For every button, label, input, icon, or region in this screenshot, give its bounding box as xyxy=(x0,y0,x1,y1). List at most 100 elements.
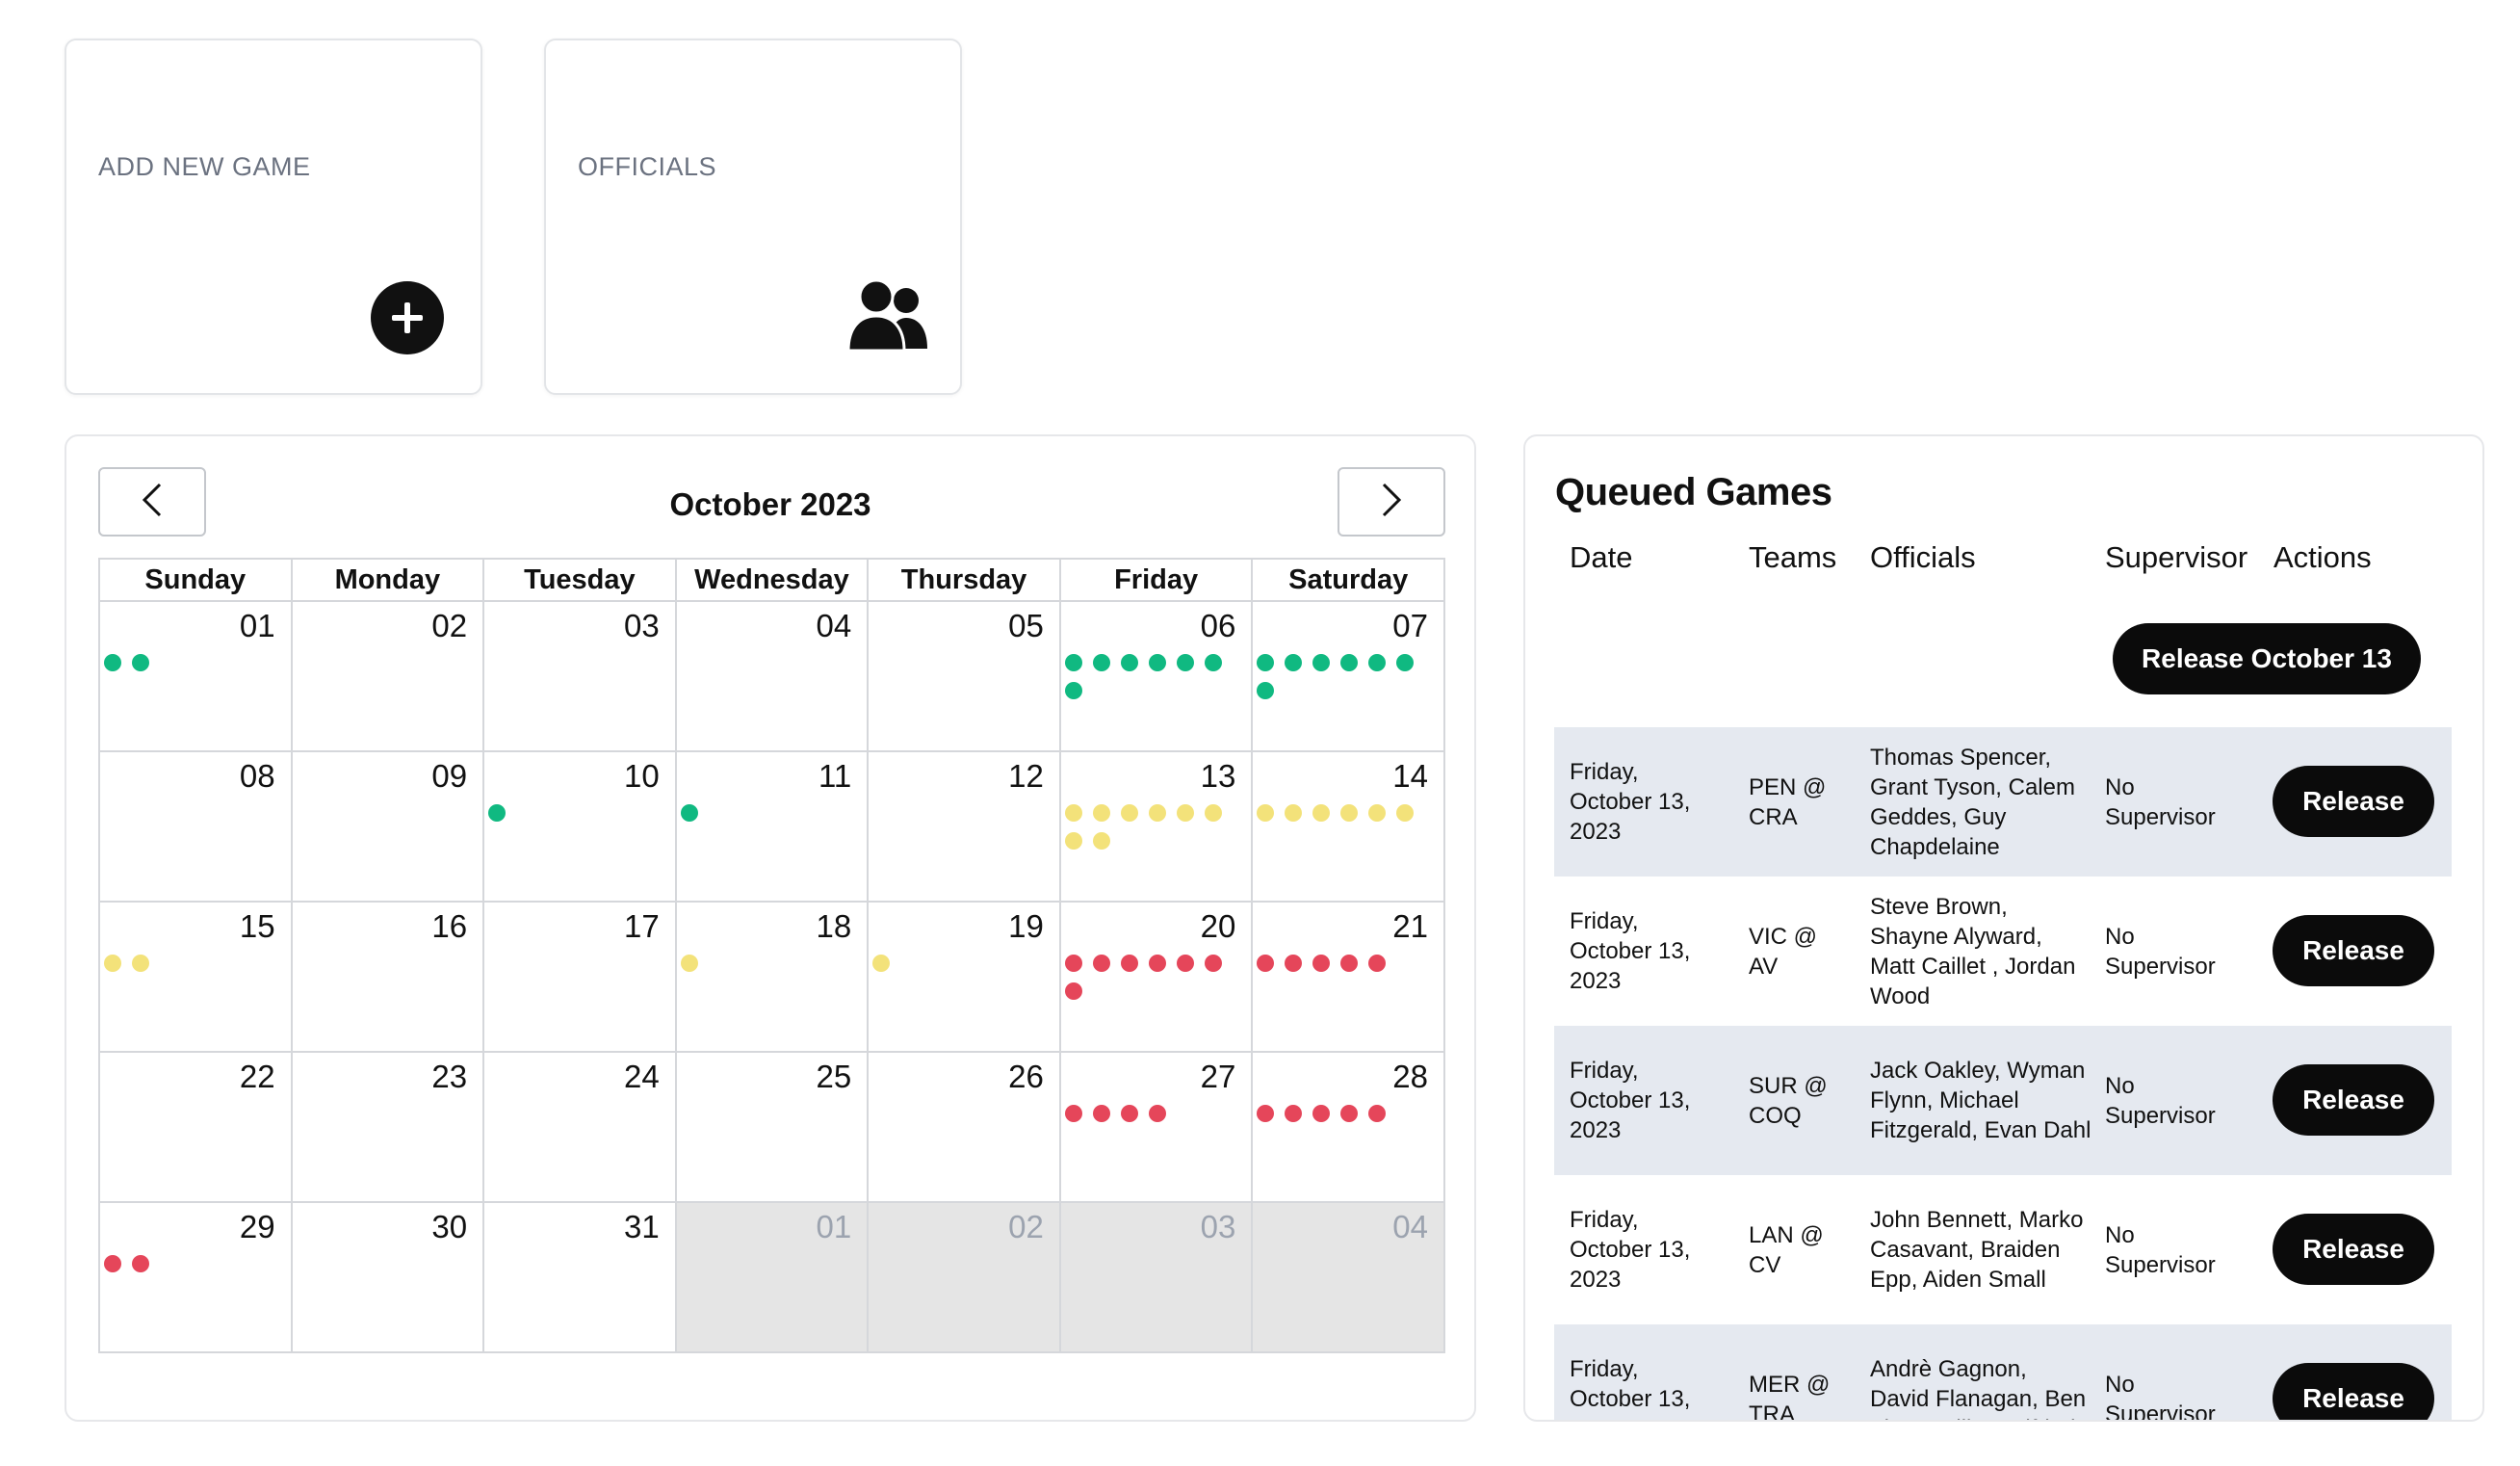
game-officials: Steve Brown, Shayne Alyward, Matt Caille… xyxy=(1870,893,2076,1009)
day-number: 04 xyxy=(1392,1209,1428,1244)
release-button[interactable]: Release xyxy=(2273,766,2434,837)
calendar-day-cell[interactable]: 09 xyxy=(290,750,485,903)
day-number: 23 xyxy=(431,1059,468,1094)
day-number: 14 xyxy=(1392,758,1428,794)
users-icon xyxy=(846,277,929,357)
game-status-dot-green xyxy=(1285,654,1303,671)
day-number: 16 xyxy=(431,908,468,944)
calendar-day-cell-outside[interactable]: 04 xyxy=(1251,1201,1445,1353)
calendar-day-cell[interactable]: 07 xyxy=(1251,600,1445,752)
calendar-day-cell[interactable]: 01 xyxy=(98,600,293,752)
day-number: 06 xyxy=(1200,608,1236,643)
calendar-day-cell[interactable]: 08 xyxy=(98,750,293,903)
game-status-dot-yellow xyxy=(680,955,698,972)
calendar-day-cell[interactable]: 05 xyxy=(867,600,1061,752)
game-status-dot-green xyxy=(1176,654,1194,671)
calendar-day-cell[interactable]: 23 xyxy=(290,1051,485,1203)
column-header-actions: Actions xyxy=(2273,540,2372,574)
calendar-day-cell[interactable]: 25 xyxy=(674,1051,870,1203)
calendar-day-cell[interactable]: 13 xyxy=(1058,750,1254,903)
weekday-header: Monday xyxy=(290,558,485,602)
calendar-day-cell-outside[interactable]: 01 xyxy=(674,1201,870,1353)
release-all-button[interactable]: Release October 13 xyxy=(2113,623,2421,694)
officials-card[interactable]: OFFICIALS xyxy=(544,39,962,395)
calendar-day-cell[interactable]: 20 xyxy=(1058,901,1254,1053)
calendar-day-cell[interactable]: 06 xyxy=(1058,600,1254,752)
game-status-dot-red xyxy=(1064,982,1082,1000)
game-status-dot-green xyxy=(104,654,121,671)
calendar-day-cell[interactable]: 16 xyxy=(290,901,485,1053)
add-new-game-card[interactable]: ADD NEW GAME xyxy=(65,39,482,395)
calendar-day-cell[interactable]: 29 xyxy=(98,1201,293,1353)
game-status-dot-green xyxy=(1368,654,1387,671)
calendar-day-cell[interactable]: 02 xyxy=(290,600,485,752)
game-status-dot-red xyxy=(1368,1105,1387,1122)
game-status-dots xyxy=(488,804,673,822)
column-header-supervisor: Supervisor xyxy=(2105,540,2248,574)
game-status-dots xyxy=(104,654,289,671)
calendar-week-row: 15 16 17 18 19 20 21 xyxy=(98,901,1445,1053)
game-status-dot-red xyxy=(1285,1105,1303,1122)
calendar-day-cell[interactable]: 27 xyxy=(1058,1051,1254,1203)
queued-game-row: Friday, October 13, 2023 SUR @ COQ Jack … xyxy=(1554,1026,2452,1175)
calendar-day-cell[interactable]: 18 xyxy=(674,901,870,1053)
plus-circle-icon[interactable] xyxy=(371,281,444,359)
day-number: 21 xyxy=(1392,908,1428,944)
calendar-day-cell[interactable]: 03 xyxy=(482,600,677,752)
game-status-dot-red xyxy=(1340,955,1359,972)
calendar-day-cell[interactable]: 12 xyxy=(867,750,1061,903)
calendar-day-cell[interactable]: 21 xyxy=(1251,901,1445,1053)
game-status-dot-red xyxy=(1120,955,1138,972)
game-date: Friday, October 13, 2023 xyxy=(1570,1058,1691,1143)
game-status-dots xyxy=(1064,955,1250,1000)
day-number: 19 xyxy=(1008,908,1044,944)
day-number: 26 xyxy=(1008,1059,1044,1094)
game-status-dot-yellow xyxy=(1312,804,1331,822)
game-status-dots xyxy=(1064,1105,1250,1122)
calendar-day-cell[interactable]: 31 xyxy=(482,1201,677,1353)
dashboard: ADD NEW GAME OFFICIALS October 2023 Sund… xyxy=(0,0,2520,1466)
game-teams: PEN @ CRA xyxy=(1749,773,1827,830)
officials-label: OFFICIALS xyxy=(578,152,717,181)
queued-game-row: Friday, October 13, 2023 MER @ TRA Andrè… xyxy=(1554,1324,2452,1420)
release-button[interactable]: Release xyxy=(2273,1363,2434,1420)
release-button[interactable]: Release xyxy=(2273,1214,2434,1285)
day-number: 18 xyxy=(816,908,852,944)
calendar-day-cell[interactable]: 30 xyxy=(290,1201,485,1353)
game-status-dot-yellow xyxy=(1092,832,1110,850)
release-button[interactable]: Release xyxy=(2273,1064,2434,1136)
calendar-day-cell[interactable]: 28 xyxy=(1251,1051,1445,1203)
calendar-day-cell-outside[interactable]: 02 xyxy=(867,1201,1061,1353)
calendar-day-cell[interactable]: 26 xyxy=(867,1051,1061,1203)
calendar-day-cell[interactable]: 04 xyxy=(674,600,870,752)
day-number: 25 xyxy=(816,1059,852,1094)
chevron-right-icon xyxy=(1380,481,1403,524)
game-status-dot-yellow xyxy=(1064,804,1082,822)
day-number: 20 xyxy=(1200,908,1236,944)
next-month-button[interactable] xyxy=(1338,467,1445,537)
weekday-header: Tuesday xyxy=(482,558,677,602)
game-status-dot-yellow xyxy=(872,955,891,972)
calendar-day-cell[interactable]: 11 xyxy=(674,750,870,903)
day-number: 05 xyxy=(1008,608,1044,643)
calendar-day-cell[interactable]: 14 xyxy=(1251,750,1445,903)
calendar-day-cell[interactable]: 19 xyxy=(867,901,1061,1053)
game-officials: John Bennett, Marko Casavant, Braiden Ep… xyxy=(1870,1207,2084,1293)
day-number: 08 xyxy=(239,758,275,794)
day-number: 17 xyxy=(623,908,660,944)
release-button[interactable]: Release xyxy=(2273,915,2434,986)
calendar-day-cell-outside[interactable]: 03 xyxy=(1058,1201,1254,1353)
game-officials: Jack Oakley, Wyman Flynn, Michael Fitzge… xyxy=(1870,1058,2091,1143)
game-status-dots xyxy=(1257,804,1442,822)
game-teams: LAN @ CV xyxy=(1749,1221,1824,1278)
calendar-day-cell[interactable]: 22 xyxy=(98,1051,293,1203)
queued-game-row: Friday, October 13, 2023 VIC @ AV Steve … xyxy=(1554,877,2452,1026)
calendar-day-cell[interactable]: 15 xyxy=(98,901,293,1053)
calendar-week-row: 08 09 10 11 12 13 14 xyxy=(98,750,1445,903)
add-new-game-label: ADD NEW GAME xyxy=(98,152,311,181)
game-supervisor: No Supervisor xyxy=(2105,923,2216,980)
calendar-day-cell[interactable]: 24 xyxy=(482,1051,677,1203)
calendar-day-cell[interactable]: 17 xyxy=(482,901,677,1053)
calendar-day-cell[interactable]: 10 xyxy=(482,750,677,903)
game-status-dot-red xyxy=(1285,955,1303,972)
